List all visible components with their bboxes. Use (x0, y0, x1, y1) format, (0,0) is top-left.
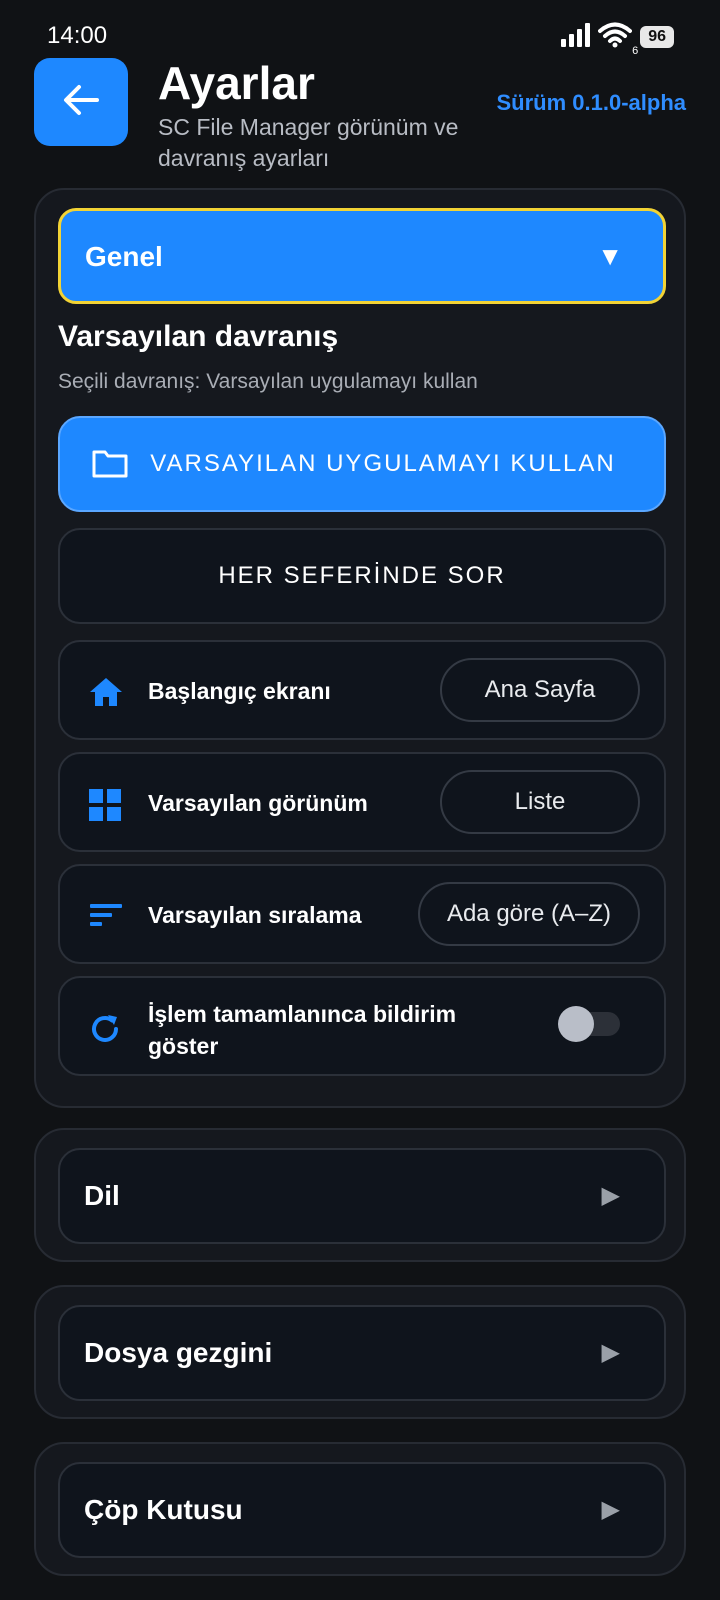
page-title: Ayarlar (158, 57, 315, 109)
sort-icon (88, 900, 124, 932)
chevron-right-icon: ▶ (601, 1339, 620, 1366)
start-screen-select[interactable]: Ana Sayfa (440, 658, 640, 722)
trash-label: Çöp Kutusu (84, 1494, 243, 1525)
wifi-icon: 6 (598, 22, 638, 57)
header: Ayarlar SC File Manager görünüm ve davra… (0, 56, 720, 176)
folder-icon (92, 448, 128, 485)
toggle-knob (558, 1006, 594, 1042)
wifi-sub-label: 6 (632, 44, 639, 57)
ask-every-time-button[interactable]: HER SEFERİNDE SOR (58, 528, 666, 624)
notify-on-complete-row[interactable]: İşlem tamamlanınca bildirim göster (58, 976, 666, 1076)
language-label: Dil (84, 1180, 120, 1211)
battery-indicator: 96 (640, 26, 674, 48)
default-view-label: Varsayılan görünüm (148, 790, 368, 816)
grid-icon (88, 788, 124, 821)
language-section: Dil ▶ (34, 1128, 686, 1262)
default-view-select[interactable]: Liste (440, 770, 640, 834)
chevron-down-icon: ▼ (597, 241, 623, 271)
signal-icon (560, 22, 591, 52)
default-behavior-subtitle: Seçili davranış: Varsayılan uygulamayı k… (58, 370, 478, 393)
chevron-right-icon: ▶ (601, 1496, 620, 1523)
home-icon (88, 676, 124, 708)
notify-on-complete-toggle[interactable] (558, 1006, 620, 1042)
file-explorer-label: Dosya gezgini (84, 1337, 273, 1368)
default-sort-label: Varsayılan sıralama (148, 902, 362, 928)
status-time: 14:00 (47, 22, 108, 49)
default-sort-value: Ada göre (A–Z) (446, 900, 612, 927)
genel-section-header[interactable]: Genel ▼ (58, 208, 666, 304)
start-screen-value: Ana Sayfa (484, 676, 596, 703)
file-explorer-section: Dosya gezgini ▶ (34, 1285, 686, 1419)
trash-section: Çöp Kutusu ▶ (34, 1442, 686, 1576)
genel-label: Genel (85, 241, 163, 272)
status-bar: 14:00 6 96 (0, 0, 720, 64)
trash-section-header[interactable]: Çöp Kutusu ▶ (58, 1462, 666, 1558)
language-section-header[interactable]: Dil ▶ (58, 1148, 666, 1244)
page-subtitle: SC File Manager görünüm ve davranış ayar… (158, 114, 459, 171)
start-screen-row[interactable]: Başlangıç ekranı Ana Sayfa (58, 640, 666, 740)
file-explorer-section-header[interactable]: Dosya gezgini ▶ (58, 1305, 666, 1401)
default-view-value: Liste (514, 788, 566, 815)
use-default-app-label: VARSAYILAN UYGULAMAYI KULLAN (150, 450, 616, 477)
chevron-right-icon: ▶ (601, 1182, 620, 1209)
default-sort-select[interactable]: Ada göre (A–Z) (418, 882, 640, 946)
arrow-left-icon (63, 84, 99, 121)
default-view-row[interactable]: Varsayılan görünüm Liste (58, 752, 666, 852)
genel-section: Genel ▼ Varsayılan davranış Seçili davra… (34, 188, 686, 1108)
version-label: Sürüm 0.1.0-alpha (496, 90, 686, 115)
default-sort-row[interactable]: Varsayılan sıralama Ada göre (A–Z) (58, 864, 666, 964)
notify-on-complete-label: İşlem tamamlanınca bildirim göster (148, 1001, 457, 1059)
use-default-app-button[interactable]: VARSAYILAN UYGULAMAYI KULLAN (58, 416, 666, 512)
default-behavior-title: Varsayılan davranış (58, 320, 339, 353)
ask-every-time-label: HER SEFERİNDE SOR (218, 562, 506, 589)
refresh-icon (88, 1012, 124, 1044)
start-screen-label: Başlangıç ekranı (148, 678, 331, 704)
back-button[interactable] (34, 58, 128, 146)
